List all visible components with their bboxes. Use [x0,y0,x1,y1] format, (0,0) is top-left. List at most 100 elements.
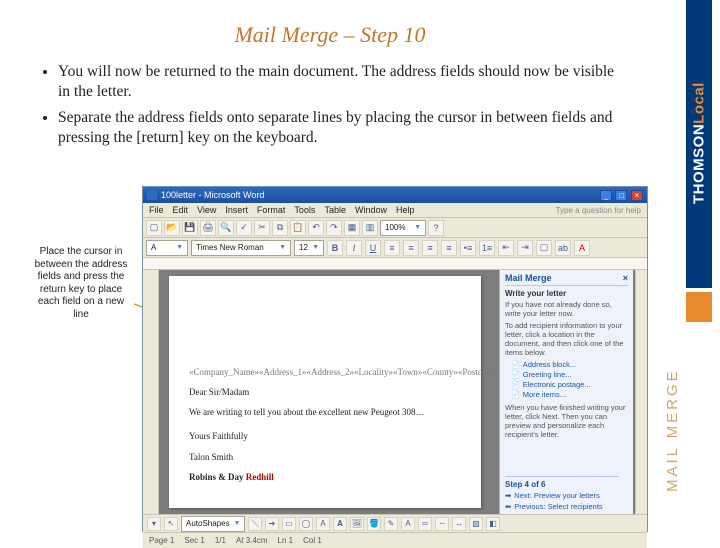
numbering-icon[interactable]: 1≡ [479,240,495,256]
bullet-1: You will now be returned to the main doc… [58,62,620,102]
font-size-value: 12 [299,243,308,252]
highlight-icon[interactable]: ab [555,240,571,256]
line-color-icon[interactable]: ✎ [384,517,398,531]
drawing-toolbar: ▾ ↖ AutoShapes▼ ＼ ➔ ▭ ◯ A 𝐀 🖼 🪣 ✎ A ═ ┄ … [143,514,647,532]
taskpane-title: Mail Merge [505,273,552,283]
indent-icon[interactable]: ⇥ [517,240,533,256]
style-combo[interactable]: A▼ [146,240,188,256]
line-style-icon[interactable]: ═ [418,517,432,531]
justify-icon[interactable]: ≡ [441,240,457,256]
bold-icon[interactable]: B [327,240,343,256]
link-address-block[interactable]: Address block... [511,360,628,369]
outdent-icon[interactable]: ⇤ [498,240,514,256]
borders-icon[interactable]: ▢ [536,240,552,256]
vertical-scrollbar[interactable] [635,270,647,514]
menu-insert[interactable]: Insert [225,205,248,215]
help-icon[interactable]: ? [428,220,444,236]
callout-text: Place the cursor in between the address … [30,246,132,321]
menu-file[interactable]: File [149,205,164,215]
word-screenshot: 100letter - Microsoft Word _ □ × File Ed… [142,186,648,532]
body-paragraph: We are writing to tell you about the exc… [189,406,467,418]
menu-edit[interactable]: Edit [173,205,189,215]
arrow-shape-icon[interactable]: ➔ [265,517,279,531]
menu-tools[interactable]: Tools [294,205,315,215]
new-doc-icon[interactable]: ▢ [146,220,162,236]
redo-icon[interactable]: ↷ [326,220,342,236]
3d-icon[interactable]: ◧ [486,517,500,531]
oval-icon[interactable]: ◯ [299,517,313,531]
line-icon[interactable]: ＼ [248,517,262,531]
step-indicator: Step 4 of 6 [505,480,619,489]
clipart-icon[interactable]: 🖼 [350,517,364,531]
font-combo[interactable]: Times New Roman▼ [191,240,291,256]
taskpane-intro1: If you have not already done so, write y… [505,300,628,318]
align-left-icon[interactable]: ≡ [384,240,400,256]
word-ruler [143,258,647,270]
italic-icon[interactable]: I [346,240,362,256]
menu-window[interactable]: Window [355,205,387,215]
wordart-icon[interactable]: 𝐀 [333,517,347,531]
shadow-icon[interactable]: ▨ [469,517,483,531]
undo-icon[interactable]: ↶ [308,220,324,236]
fill-color-icon[interactable]: 🪣 [367,517,381,531]
menu-format[interactable]: Format [257,205,286,215]
word-body: «Company_Name»«Address_1»«Address_2»«Loc… [143,270,647,514]
align-right-icon[interactable]: ≡ [422,240,438,256]
merge-fields-line: «Company_Name»«Address_1»«Address_2»«Loc… [189,366,467,378]
minimize-icon[interactable]: _ [600,190,612,201]
status-at: At 3.4cm [236,536,268,545]
word-app-icon [147,190,157,200]
status-col: Col 1 [303,536,322,545]
underline-icon[interactable]: U [365,240,381,256]
rect-icon[interactable]: ▭ [282,517,296,531]
zoom-combo[interactable]: 100%▼ [380,220,426,236]
link-greeting-line[interactable]: Greeting line... [511,370,628,379]
spell-icon[interactable]: ✓ [236,220,252,236]
arrow-style-icon[interactable]: ↔ [452,517,466,531]
preview-icon[interactable]: 🔍 [218,220,234,236]
font-color-icon[interactable]: A [574,240,590,256]
menu-help[interactable]: Help [396,205,415,215]
maximize-icon[interactable]: □ [615,190,627,201]
align-center-icon[interactable]: ≡ [403,240,419,256]
help-hint[interactable]: Type a question for help [556,206,641,215]
font-size-combo[interactable]: 12▼ [294,240,324,256]
mail-merge-taskpane: Mail Merge × Write your letter If you ha… [499,270,633,514]
columns-icon[interactable]: ▥ [362,220,378,236]
nav-prev[interactable]: ⬅ Previous: Select recipients [505,502,619,511]
slide-title: Mail Merge – Step 10 [10,22,650,48]
link-electronic-postage[interactable]: Electronic postage... [511,380,628,389]
close-icon[interactable]: × [631,190,643,201]
bullets-icon[interactable]: •≡ [460,240,476,256]
textbox-icon[interactable]: A [316,517,330,531]
taskpane-hint: When you have finished writing your lett… [505,403,628,439]
menu-table[interactable]: Table [324,205,346,215]
word-document-page[interactable]: «Company_Name»«Address_1»«Address_2»«Loc… [169,276,481,508]
taskpane-close-icon[interactable]: × [623,273,628,283]
dash-style-icon[interactable]: ┄ [435,517,449,531]
word-window-title: 100letter - Microsoft Word [161,190,264,200]
cut-icon[interactable]: ✂ [254,220,270,236]
select-arrow-icon[interactable]: ↖ [164,517,178,531]
status-sec: Sec 1 [184,536,204,545]
draw-menu[interactable]: ▾ [147,517,161,531]
link-more-items[interactable]: More items... [511,390,628,399]
table-icon[interactable]: ▦ [344,220,360,236]
brand-sidebar: THOMSONLocal MAIL MERGE [676,0,720,540]
status-page: Page 1 [149,536,174,545]
copy-icon[interactable]: ⧉ [272,220,288,236]
word-titlebar: 100letter - Microsoft Word _ □ × [143,187,647,203]
left-ruler [143,270,159,514]
autoshapes-combo[interactable]: AutoShapes▼ [181,516,245,532]
nav-next[interactable]: ➡ Next: Preview your letters [505,491,619,500]
signature-company: Robins & Day Redhill [189,471,467,483]
save-icon[interactable]: 💾 [182,220,198,236]
open-icon[interactable]: 📂 [164,220,180,236]
signoff-line: Yours Faithfully [189,430,467,442]
font-color-icon-2[interactable]: A [401,517,415,531]
paste-icon[interactable]: 📋 [290,220,306,236]
taskpane-subhead: Write your letter [505,289,628,298]
print-icon[interactable]: 🖨 [200,220,216,236]
taskpane-intro2: To add recipient information to your let… [505,321,628,357]
menu-view[interactable]: View [197,205,216,215]
